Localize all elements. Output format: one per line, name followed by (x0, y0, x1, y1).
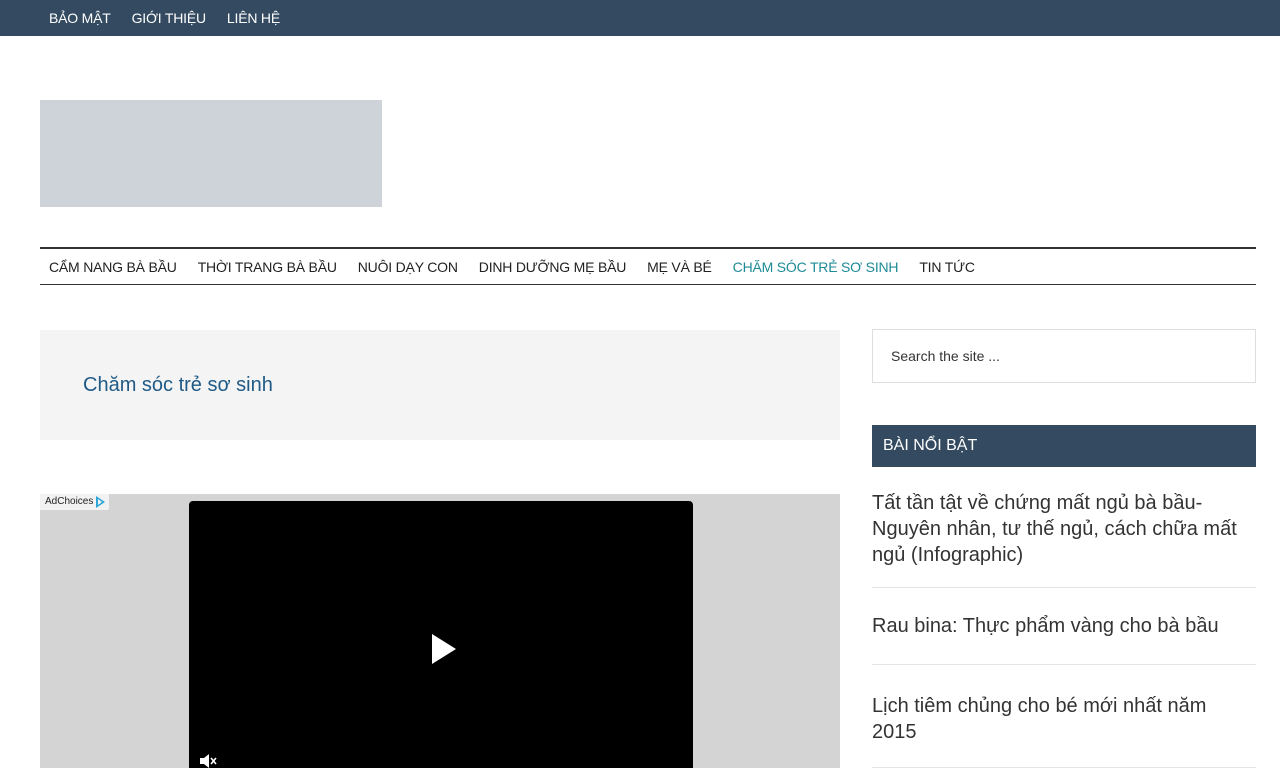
archive-header: Chăm sóc trẻ sơ sinh (40, 330, 840, 440)
featured-post-link[interactable]: Rau bina: Thực phẩm vàng cho bà bầu (872, 613, 1256, 639)
adchoices-icon (96, 496, 106, 508)
main-nav-item-thoi-trang-ba-bau[interactable]: THỜI TRANG BÀ BẦU (198, 249, 337, 285)
featured-post: Rau bina: Thực phẩm vàng cho bà bầu (872, 588, 1256, 665)
main-nav-item-tin-tuc[interactable]: TIN TỨC (919, 249, 975, 285)
top-nav-item-lien-he[interactable]: LIÊN HỆ (227, 10, 280, 26)
video-ad: AdChoices (40, 494, 840, 768)
featured-post-link[interactable]: Tất tần tật về chứng mất ngủ bà bầu- Ngu… (872, 490, 1256, 568)
top-bar: BẢO MẬT GIỚI THIỆU LIÊN HỆ (0, 0, 1280, 36)
top-nav-item-gioi-thieu[interactable]: GIỚI THIỆU (132, 10, 207, 26)
muted-speaker-icon[interactable] (199, 753, 217, 768)
adchoices-label: AdChoices (45, 496, 94, 507)
main-nav: CẨM NANG BÀ BẦU THỜI TRANG BÀ BẦU NUÔI D… (40, 247, 1256, 285)
featured-post: Tất tần tật về chứng mất ngủ bà bầu- Ngu… (872, 467, 1256, 588)
main-nav-item-cam-nang-ba-bau[interactable]: CẨM NANG BÀ BẦU (49, 249, 177, 285)
play-icon[interactable] (432, 634, 456, 664)
top-nav-item-bao-mat[interactable]: BẢO MẬT (49, 10, 111, 26)
main-nav-item-nuoi-day-con[interactable]: NUÔI DẠY CON (358, 249, 458, 285)
video-player[interactable] (189, 501, 693, 768)
archive-title: Chăm sóc trẻ sơ sinh (83, 374, 273, 396)
adchoices-badge[interactable]: AdChoices (40, 494, 110, 510)
main-nav-item-dinh-duong-me-bau[interactable]: DINH DƯỠNG MẸ BẦU (479, 249, 627, 285)
top-nav: BẢO MẬT GIỚI THIỆU LIÊN HỆ (49, 10, 301, 26)
featured-posts-list: Tất tần tật về chứng mất ngủ bà bầu- Ngu… (872, 467, 1256, 768)
featured-posts-title: BÀI NỔI BẬT (872, 425, 1256, 467)
site-logo-placeholder[interactable] (40, 100, 382, 207)
main-nav-item-me-va-be[interactable]: MẸ VÀ BÉ (647, 249, 712, 285)
main-nav-item-cham-soc-tre-so-sinh[interactable]: CHĂM SÓC TRẺ SƠ SINH (733, 249, 899, 285)
featured-post: Lịch tiêm chủng cho bé mới nhất năm 2015 (872, 665, 1256, 768)
search-input[interactable] (872, 329, 1256, 383)
featured-post-link[interactable]: Lịch tiêm chủng cho bé mới nhất năm 2015 (872, 693, 1256, 745)
